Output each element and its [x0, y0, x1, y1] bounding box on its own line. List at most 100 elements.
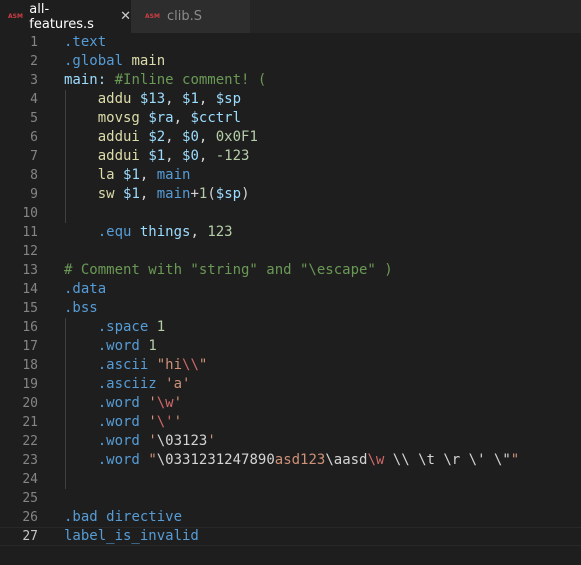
code-line[interactable]: 3 main: #Inline comment! ( — [0, 71, 581, 90]
code-text: .word "\0331231247890asd123\aasd\w \\ \t… — [64, 451, 520, 470]
line-number: 25 — [22, 491, 38, 506]
code-line[interactable]: 9 sw $1, main+1($sp) — [0, 185, 581, 204]
code-line[interactable]: 13 # Comment with "string" and "\escape" … — [0, 261, 581, 280]
code-line[interactable]: 27 label_is_invalid — [0, 527, 581, 546]
code-line[interactable]: 18 .ascii "hi\\" — [0, 356, 581, 375]
token-plain: , — [198, 148, 216, 164]
line-number: 12 — [22, 244, 38, 259]
code-line[interactable]: 4 addu $13, $1, $sp — [0, 90, 581, 109]
line-number: 13 — [22, 263, 38, 278]
line-number: 10 — [22, 206, 38, 221]
code-text: .bss — [64, 299, 98, 318]
token-plain: + — [190, 186, 199, 202]
token-instruction: movsg — [97, 110, 140, 126]
code-text: sw $1, main+1($sp) — [64, 185, 250, 204]
code-text: .global main — [64, 52, 165, 71]
code-line[interactable]: 22 .word '\03123' — [0, 432, 581, 451]
token-plain: ) — [241, 186, 250, 202]
code-line[interactable]: 8 la $1, main — [0, 166, 581, 185]
code-line[interactable]: 14 .data — [0, 280, 581, 299]
code-line[interactable]: 1 .text — [0, 33, 581, 52]
code-text: .word '\03123' — [64, 432, 216, 451]
code-text: .word '\w' — [64, 394, 182, 413]
editor-window: ASM all-features.s ✕ ASM clib.S 1 .text 2.… — [0, 0, 581, 565]
token-number: -123 — [215, 148, 250, 164]
code-line[interactable]: 2 .global main — [0, 52, 581, 71]
code-text: la $1, main — [64, 166, 191, 185]
token-number: 0x0F1 — [215, 129, 258, 145]
code-line[interactable]: 21 .word '\'' — [0, 413, 581, 432]
code-line[interactable]: 23 .word "\0331231247890asd123\aasd\w \\… — [0, 451, 581, 470]
code-text: .asciiz 'a' — [64, 375, 191, 394]
code-line[interactable]: 25 — [0, 489, 581, 508]
code-line[interactable]: 7 addui $1, $0, -123 — [0, 147, 581, 166]
code-line[interactable]: 20 .word '\w' — [0, 394, 581, 413]
token-string: "hi — [156, 357, 183, 373]
token-number: 1 — [156, 319, 166, 335]
token-plain: , — [139, 186, 157, 202]
token-keyword: .ascii — [97, 357, 149, 373]
line-number: 17 — [22, 339, 38, 354]
code-text: .text — [64, 33, 106, 52]
code-text: addui $2, $0, 0x0F1 — [64, 128, 258, 147]
code-text: # Comment with "string" and "\escape" ) — [64, 261, 393, 280]
token-keyword: .equ — [97, 224, 132, 240]
line-number: 22 — [22, 434, 38, 449]
close-icon[interactable]: ✕ — [120, 10, 131, 23]
code-line[interactable]: 24 — [0, 470, 581, 489]
code-text: .equ things, 123 — [64, 223, 233, 242]
indent-guide — [65, 318, 66, 489]
asm-file-icon: ASM — [8, 13, 23, 20]
line-number: 4 — [30, 92, 38, 107]
code-text: .ascii "hi\\" — [64, 356, 208, 375]
line-number: 26 — [22, 510, 38, 525]
tab-bar: ASM all-features.s ✕ ASM clib.S — [0, 0, 581, 33]
token-keyword: .data — [64, 281, 107, 297]
code-line[interactable]: 17 .word 1 — [0, 337, 581, 356]
token-plain: \0331231247890 — [156, 452, 275, 468]
token-register: things — [139, 224, 191, 240]
code-line[interactable]: 12 — [0, 242, 581, 261]
token-keyword: .space — [97, 319, 149, 335]
code-line[interactable]: 6 addui $2, $0, 0x0F1 — [0, 128, 581, 147]
tab-clib[interactable]: ASM clib.S — [131, 0, 250, 33]
code-line[interactable]: 26 .bad directive — [0, 508, 581, 527]
code-line[interactable]: 5 movsg $ra, $cctrl — [0, 109, 581, 128]
token-register: $13 — [139, 91, 166, 107]
code-text: .word '\'' — [64, 413, 182, 432]
token-instruction: main — [131, 53, 166, 69]
code-line[interactable]: 19 .asciiz 'a' — [0, 375, 581, 394]
tab-all-features[interactable]: ASM all-features.s ✕ — [0, 0, 131, 33]
token-keyword: main — [156, 186, 191, 202]
token-plain: \aasd — [325, 452, 368, 468]
token-escape: \' — [156, 414, 174, 430]
token-plain: , — [165, 91, 183, 107]
token-register: $sp — [215, 91, 242, 107]
token-keyword: .word — [97, 452, 140, 468]
line-number: 18 — [22, 358, 38, 373]
token-keyword: label_is_invalid — [64, 528, 199, 544]
token-comment: #Inline comment! ( — [114, 72, 267, 88]
code-line[interactable]: 16 .space 1 — [0, 318, 581, 337]
code-text: movsg $ra, $cctrl — [64, 109, 241, 128]
line-number: 15 — [22, 301, 38, 316]
code-line[interactable]: 11 .equ things, 123 — [0, 223, 581, 242]
token-keyword: .asciiz — [97, 376, 157, 392]
token-register: $1 — [148, 148, 166, 164]
code-line[interactable]: 15 .bss — [0, 299, 581, 318]
code-line[interactable]: 10 — [0, 204, 581, 223]
line-number: 16 — [22, 320, 38, 335]
token-number: 1 — [148, 338, 157, 354]
code-editor[interactable]: 1 .text 2 .global main 3 main: #Inline commen… — [0, 33, 581, 565]
